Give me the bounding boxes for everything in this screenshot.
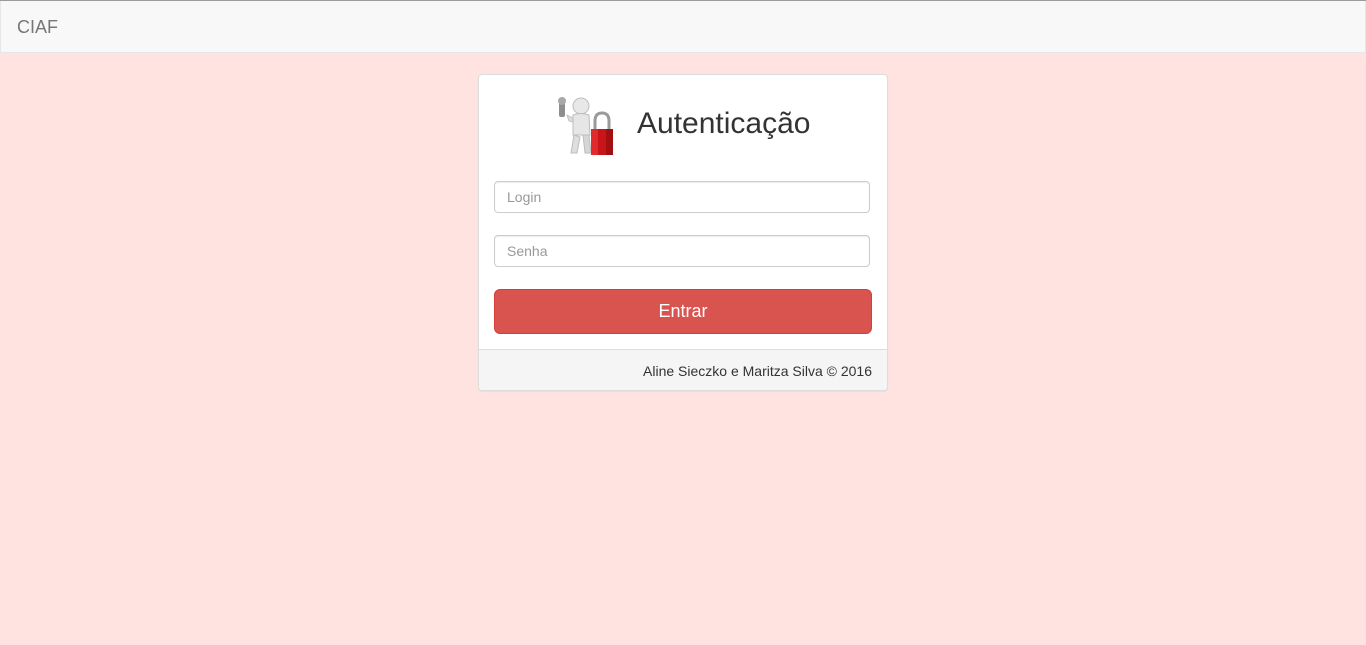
password-input[interactable] bbox=[494, 235, 870, 267]
panel-footer: Aline Sieczko e Maritza Silva © 2016 bbox=[479, 349, 887, 390]
login-panel: Autenticação Entrar Aline Sieczko e Mari… bbox=[478, 74, 888, 391]
navbar-brand[interactable]: CIAF bbox=[17, 17, 58, 37]
page-title: Autenticação bbox=[637, 107, 811, 140]
navbar: CIAF bbox=[0, 1, 1366, 53]
submit-button[interactable]: Entrar bbox=[494, 289, 872, 334]
panel-heading: Autenticação bbox=[479, 95, 887, 159]
credits-text: Aline Sieczko e Maritza Silva © 2016 bbox=[643, 363, 872, 379]
login-input[interactable] bbox=[494, 181, 870, 213]
person-with-padlock-icon bbox=[558, 97, 613, 155]
